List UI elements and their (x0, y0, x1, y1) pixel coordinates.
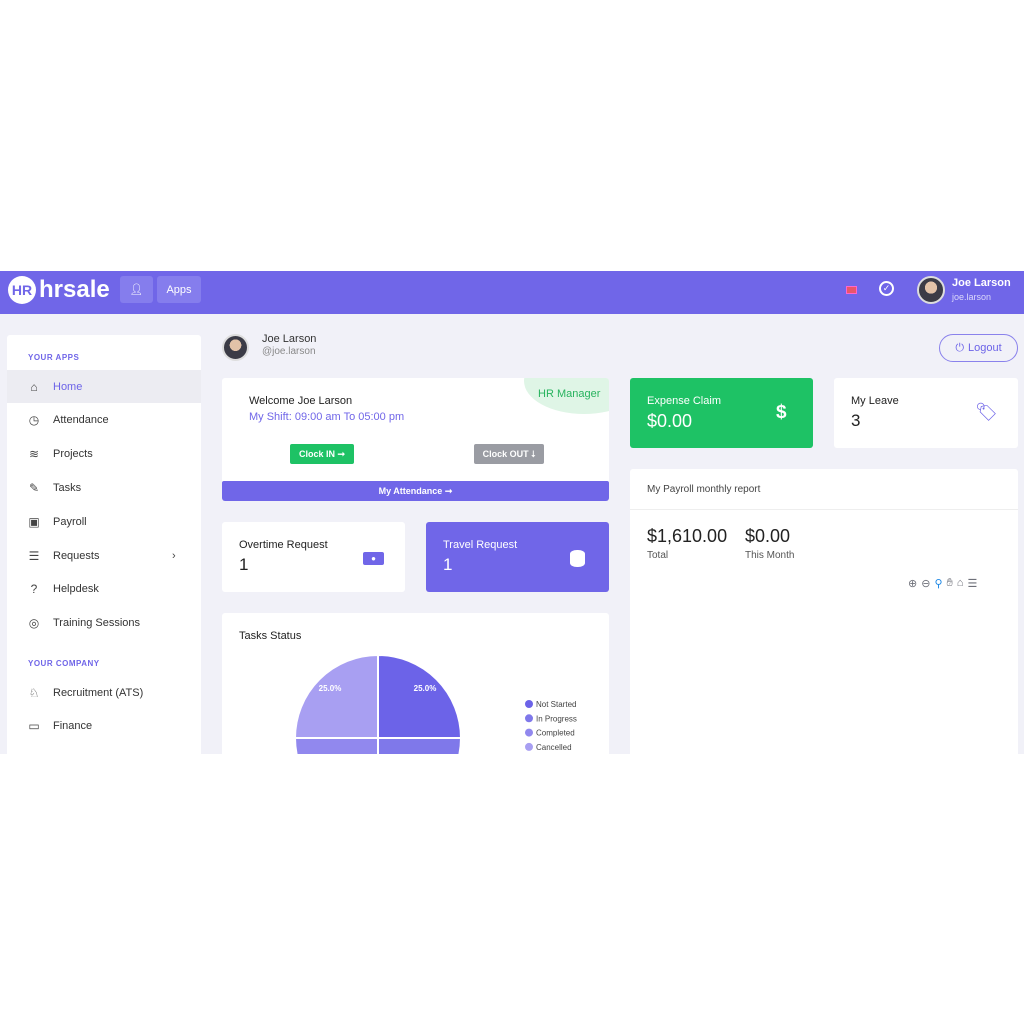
payroll-report-card: My Payroll monthly report $1,610.00 Tota… (630, 469, 1018, 754)
legend-marker (525, 728, 533, 737)
list-icon: ☰ (28, 548, 40, 563)
sidebar-item-payroll[interactable]: ▣ Payroll (7, 505, 201, 538)
overtime-request-card[interactable]: Overtime Request 1 ● (222, 522, 405, 592)
my-attendance-button[interactable]: My Attendance ➞ (222, 481, 609, 501)
edit-icon: ✎ (28, 480, 40, 495)
chevron-right-icon[interactable]: › (172, 550, 176, 562)
shift-text: My Shift: 09:00 am To 05:00 pm (249, 411, 405, 423)
credit-card-icon: ▭ (28, 719, 40, 734)
sidebar-item-label: Training Sessions (53, 617, 141, 630)
sidebar-item-home[interactable]: ⌂ Home (7, 370, 201, 403)
expense-label: Expense Claim (647, 395, 721, 407)
pie-slice-cancelled (293, 653, 379, 739)
database-icon (570, 550, 585, 567)
travel-label: Travel Request (443, 539, 518, 551)
sidebar-item-label: Tasks (53, 481, 82, 494)
pie-slice-completed (293, 737, 379, 754)
sidebar-item-label: Helpdesk (53, 583, 99, 596)
user-check-icon: 👤︎ (129, 284, 144, 296)
sidebar-item-helpdesk[interactable]: ? Helpdesk (7, 573, 201, 606)
welcome-title: Welcome Joe Larson (249, 395, 353, 407)
sidebar-item-projects[interactable]: ≋ Projects (7, 438, 201, 471)
leave-value: 3 (851, 411, 861, 430)
expense-claim-card[interactable]: Expense Claim $0.00 $ (630, 378, 813, 448)
power-icon: ⏻ (955, 341, 965, 354)
sidebar-item-recruitment-ats[interactable]: ♘ Recruitment (ATS) (7, 676, 201, 709)
legend-item: Cancelled (536, 743, 572, 752)
sidebar-section-company: YOUR COMPANY (28, 659, 100, 668)
pie-slice-in-progress (377, 737, 463, 754)
sidebar-item-tasks[interactable]: ✎ Tasks (7, 471, 201, 504)
top-bar: HR hrsale 👤︎ Apps ✓ Joe Larson joe.larson (0, 271, 1024, 314)
sidebar-item-training-sessions[interactable]: ◎ Training Sessions (7, 607, 201, 640)
apps-button[interactable]: Apps (157, 276, 201, 303)
sidebar-item-attendance[interactable]: ◷ Attendance (7, 404, 201, 437)
profile-name: Joe Larson (262, 333, 317, 345)
recruitment-icon: ♘ (28, 685, 40, 700)
pie-slice-not-started (377, 653, 463, 739)
sidebar-item-label: Requests (53, 549, 100, 562)
user-avatar[interactable] (917, 276, 945, 304)
sidebar-item-label: Attendance (53, 414, 109, 427)
my-leave-card[interactable]: My Leave 3 🏷︎ (834, 378, 1018, 448)
check-circle-icon[interactable]: ✓ (879, 281, 894, 296)
role-badge: HR Manager (538, 388, 601, 400)
legend-marker (525, 700, 533, 708)
tasks-status-card: Tasks Status 25.0% 25.0% Not Started In Pro… (222, 613, 609, 754)
legend-marker (525, 714, 533, 723)
clock-in-button[interactable]: Clock IN ➞ (290, 444, 354, 464)
travel-value: 1 (443, 555, 453, 574)
brand-name: hrsale (39, 276, 110, 303)
sidebar-item-label: Recruitment (ATS) (53, 686, 144, 699)
sidebar-section-apps: YOUR APPS (28, 353, 80, 362)
target-icon: ◎ (28, 616, 40, 631)
sidebar-item-label: Finance (53, 720, 93, 733)
user-check-button[interactable]: 👤︎ (120, 276, 153, 303)
app: HR hrsale 👤︎ Apps ✓ Joe Larson joe.larson… (0, 271, 1024, 754)
payroll-icon: ▣ (28, 514, 40, 529)
pie-label: 25.0% (414, 684, 437, 693)
pie-label: 25.0% (319, 684, 342, 693)
money-bill-icon: ● (363, 552, 384, 565)
legend-marker (525, 742, 533, 751)
travel-request-card[interactable]: Travel Request 1 (426, 522, 609, 592)
legend-item: Completed (536, 729, 575, 738)
logout-button[interactable]: ⏻ Logout (939, 334, 1018, 362)
leave-label: My Leave (851, 395, 899, 407)
profile-handle: @joe.larson (262, 346, 316, 357)
logout-label: Logout (968, 342, 1002, 354)
legend-item: In Progress (536, 714, 577, 723)
tags-icon: 🏷︎ (975, 402, 998, 422)
flag-icon[interactable] (846, 286, 857, 294)
sidebar-item-label: Projects (53, 448, 93, 461)
tasks-status-pie: 25.0% 25.0% Not Started In Progress Complete… (293, 653, 577, 754)
sidebar-item-finance[interactable]: ▭ Finance (7, 710, 201, 743)
home-icon: ⌂ (30, 379, 38, 394)
help-icon: ? (30, 582, 38, 597)
header-user-name[interactable]: Joe Larson (952, 277, 1011, 289)
legend-item: Not Started (536, 700, 576, 709)
welcome-card: HR Manager Welcome Joe Larson My Shift: … (222, 378, 609, 501)
clock-icon: ◷ (28, 413, 40, 428)
sidebar-item-label: Home (53, 380, 83, 393)
header-user-handle: joe.larson (952, 292, 992, 302)
expense-value: $0.00 (647, 411, 693, 431)
profile-avatar (222, 334, 249, 361)
payroll-bar-chart: 1610144912881127966805644483322 (630, 469, 1018, 754)
clock-out-button[interactable]: Clock OUT ⭣ (474, 444, 544, 464)
dollar-icon: $ (776, 402, 787, 423)
overtime-label: Overtime Request (239, 539, 328, 551)
logo[interactable]: HR hrsale (8, 276, 110, 304)
logo-mark: HR (8, 276, 36, 304)
layers-icon: ≋ (28, 447, 40, 462)
overtime-value: 1 (239, 555, 249, 574)
sidebar-item-label: Payroll (53, 515, 87, 528)
